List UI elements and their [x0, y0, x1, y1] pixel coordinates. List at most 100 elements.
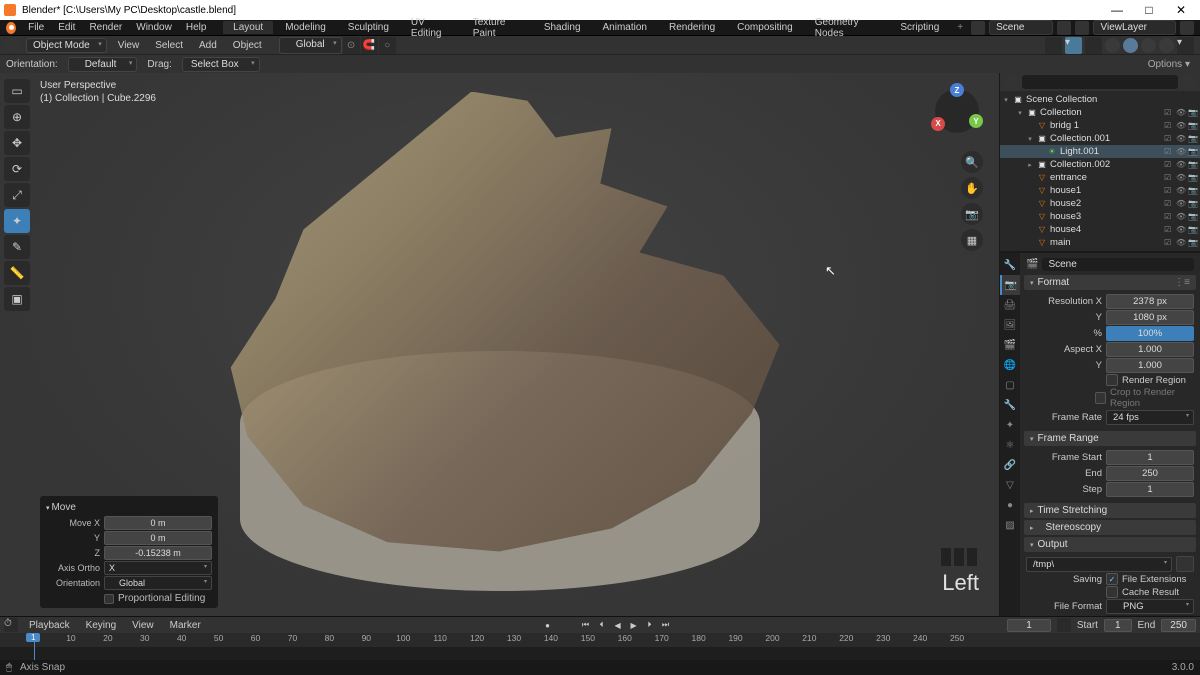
outliner-item-house4[interactable]: ▽house4☑👁📷	[1000, 223, 1200, 236]
nav-gizmo[interactable]: Z X Y	[929, 83, 985, 139]
crop-region-checkbox[interactable]	[1095, 392, 1106, 404]
workspace-rendering[interactable]: Rendering	[659, 21, 725, 34]
render-toggle-icon[interactable]: 📷	[1188, 108, 1198, 118]
tab-physics[interactable]: ⚛	[1000, 435, 1020, 455]
outliner-item-house1[interactable]: ▽house1☑👁📷	[1000, 184, 1200, 197]
exclude-toggle-icon[interactable]: ☑	[1164, 173, 1174, 183]
orient-dropdown[interactable]: Global	[104, 576, 212, 590]
tab-texture[interactable]: ▨	[1000, 515, 1020, 535]
outliner-item-house2[interactable]: ▽house2☑👁📷	[1000, 197, 1200, 210]
shading-matprev-icon[interactable]	[1141, 38, 1156, 53]
menu-render[interactable]: Render	[83, 22, 128, 33]
panel-output-header[interactable]: Output	[1024, 537, 1196, 552]
panel-format-header[interactable]: Format⋮≡	[1024, 275, 1196, 290]
zoom-icon[interactable]: 🔍	[961, 151, 983, 173]
framerate-dropdown[interactable]: 24 fps	[1106, 410, 1194, 425]
end-frame-field[interactable]: 250	[1161, 619, 1196, 632]
timeline-sync-icon[interactable]	[1057, 618, 1071, 632]
eye-toggle-icon[interactable]: 👁	[1176, 160, 1186, 170]
timeline-menu-keying[interactable]: Keying	[81, 620, 122, 631]
tab-data[interactable]: ▽	[1000, 475, 1020, 495]
pivot-icon[interactable]: ⊙	[343, 37, 360, 54]
move-z-field[interactable]: -0.15238 m	[104, 546, 212, 560]
persp-icon[interactable]: ▦	[961, 229, 983, 251]
exclude-toggle-icon[interactable]: ☑	[1164, 238, 1174, 248]
tab-output[interactable]: 🖨	[1000, 295, 1020, 315]
frame-step-field[interactable]: 1	[1106, 482, 1194, 497]
eye-toggle-icon[interactable]: 👁	[1176, 173, 1186, 183]
color-bw-button[interactable]: BW	[1106, 615, 1134, 616]
resolution-x-field[interactable]: 2378 px	[1106, 294, 1194, 309]
eye-toggle-icon[interactable]: 👁	[1176, 238, 1186, 248]
scene-browse-icon[interactable]	[971, 21, 985, 35]
editor-type-icon[interactable]	[6, 38, 20, 52]
eye-toggle-icon[interactable]: 👁	[1176, 212, 1186, 222]
play-rev-icon[interactable]: ◀	[611, 618, 625, 632]
xray-icon[interactable]	[1085, 37, 1102, 54]
playhead[interactable]: 1	[34, 633, 35, 660]
render-toggle-icon[interactable]: 📷	[1188, 212, 1198, 222]
file-format-dropdown[interactable]: PNG	[1106, 599, 1194, 614]
render-toggle-icon[interactable]: 📷	[1188, 173, 1198, 183]
current-frame-field[interactable]: 1	[1007, 619, 1051, 632]
viewlayer-browse-icon[interactable]	[1075, 21, 1089, 35]
outliner-root[interactable]: ▾▣Scene Collection	[1000, 93, 1200, 106]
close-button[interactable]: ✕	[1166, 3, 1196, 17]
outliner-item-collection-001[interactable]: ▾▣Collection.001☑👁📷	[1000, 132, 1200, 145]
viewport-menu-add[interactable]: Add	[194, 40, 222, 51]
pan-icon[interactable]: ✋	[961, 177, 983, 199]
tab-scene[interactable]: 🎬	[1000, 335, 1020, 355]
workspace-scripting[interactable]: Scripting	[890, 21, 949, 34]
render-toggle-icon[interactable]: 📷	[1188, 147, 1198, 157]
output-path-field[interactable]: /tmp\	[1026, 557, 1172, 572]
axis-x-icon[interactable]: X	[931, 117, 945, 131]
workspace-sculpting[interactable]: Sculpting	[338, 21, 399, 34]
tab-world[interactable]: 🌐	[1000, 355, 1020, 375]
prop-edit-icon[interactable]: ○	[379, 37, 396, 54]
tab-constraint[interactable]: 🔗	[1000, 455, 1020, 475]
rotate-tool[interactable]: ⟳	[4, 157, 30, 181]
exclude-toggle-icon[interactable]: ☑	[1164, 134, 1174, 144]
axis-z-icon[interactable]: Z	[950, 83, 964, 97]
shading-solid-icon[interactable]	[1123, 38, 1138, 53]
frame-start-field[interactable]: 1	[1106, 450, 1194, 465]
folder-browse-icon[interactable]	[1176, 556, 1194, 572]
exclude-toggle-icon[interactable]: ☑	[1164, 160, 1174, 170]
render-toggle-icon[interactable]: 📷	[1188, 186, 1198, 196]
timeline-menu-playback[interactable]: Playback	[24, 620, 75, 631]
tab-viewlayer[interactable]: 🖼	[1000, 315, 1020, 335]
outliner-display-mode-icon[interactable]	[1004, 75, 1018, 89]
exclude-toggle-icon[interactable]: ☑	[1164, 108, 1174, 118]
cache-result-checkbox[interactable]	[1106, 586, 1118, 598]
blender-logo-icon[interactable]	[6, 22, 16, 34]
orientation-dropdown[interactable]: Default	[68, 57, 138, 72]
start-frame-field[interactable]: 1	[1104, 619, 1132, 632]
workspace-animation[interactable]: Animation	[593, 21, 657, 34]
eye-toggle-icon[interactable]: 👁	[1176, 121, 1186, 131]
render-toggle-icon[interactable]: 📷	[1188, 134, 1198, 144]
menu-edit[interactable]: Edit	[52, 22, 81, 33]
file-ext-checkbox[interactable]	[1106, 573, 1118, 585]
cursor-tool[interactable]: ⊕	[4, 105, 30, 129]
select-tool[interactable]: ▭	[4, 79, 30, 103]
workspace-layout[interactable]: Layout	[223, 21, 273, 34]
eye-toggle-icon[interactable]: 👁	[1176, 186, 1186, 196]
scene-name-display[interactable]: Scene	[1042, 258, 1194, 271]
viewport-menu-object[interactable]: Object	[228, 40, 267, 51]
move-move-x-field[interactable]: 0 m	[104, 516, 212, 530]
keyframe-prev-icon[interactable]: ⏴	[595, 618, 609, 632]
outliner-filter-icon[interactable]	[1182, 75, 1196, 89]
viewport-3d[interactable]: ▭ ⊕ ✥ ⟳ ⤢ ✦ ✎ 📏 ▣ User Perspective (1) C…	[0, 73, 999, 616]
play-icon[interactable]: ▶	[627, 618, 641, 632]
viewlayer-name-field[interactable]: ViewLayer	[1093, 20, 1176, 35]
exclude-toggle-icon[interactable]: ☑	[1164, 225, 1174, 235]
tab-render[interactable]: 📷	[1000, 275, 1020, 295]
menu-file[interactable]: File	[22, 22, 50, 33]
exclude-toggle-icon[interactable]: ☑	[1164, 199, 1174, 209]
jump-end-icon[interactable]: ⏭	[659, 618, 673, 632]
shading-render-icon[interactable]	[1159, 38, 1174, 53]
outliner-item-light-001[interactable]: ☀Light.001☑👁📷	[1000, 145, 1200, 158]
maximize-button[interactable]: □	[1134, 3, 1164, 17]
menu-help[interactable]: Help	[180, 22, 213, 33]
outliner-item-entrance[interactable]: ▽entrance☑👁📷	[1000, 171, 1200, 184]
